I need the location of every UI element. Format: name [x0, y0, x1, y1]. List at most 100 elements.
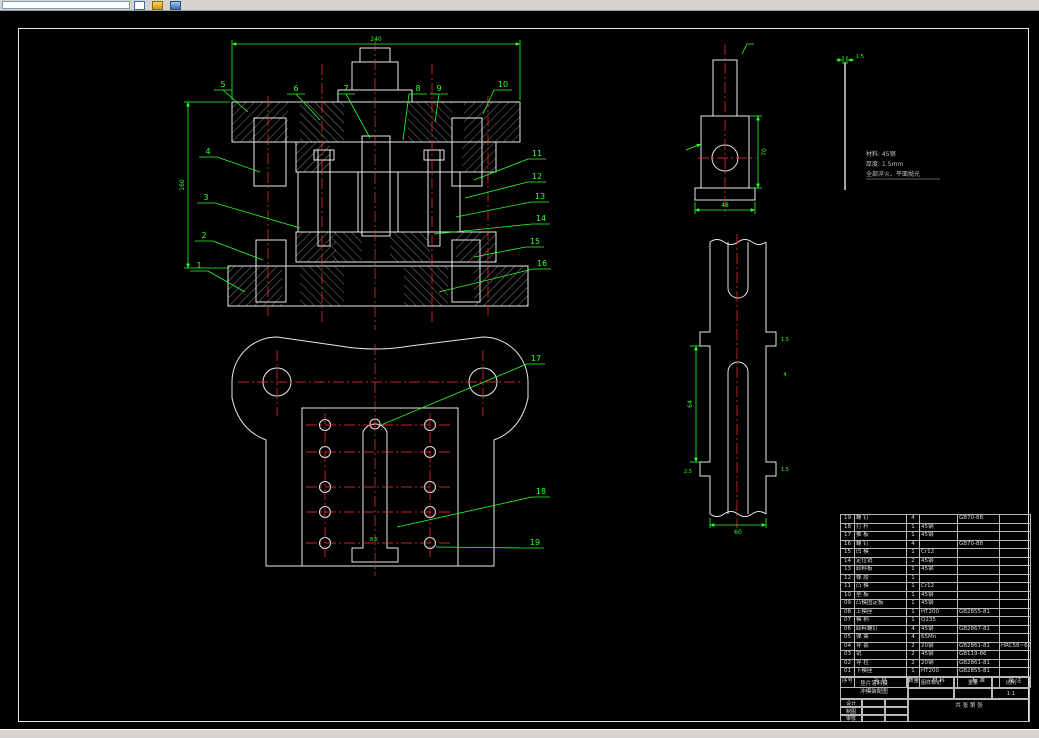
bom-no: 19 — [840, 514, 855, 524]
open-icon[interactable] — [134, 1, 145, 10]
bom-name: 垫 板 — [854, 590, 907, 600]
bom-no: 05 — [840, 633, 855, 643]
bom-name: 模 柄 — [854, 616, 907, 626]
bom-standard — [957, 616, 1000, 626]
callout-label: 12 — [532, 172, 542, 181]
dim-label: 60 — [734, 529, 742, 536]
bom-material: Cr12 — [919, 582, 958, 592]
bom-material: 45钢 — [919, 522, 958, 532]
bom-no: 18 — [840, 522, 855, 532]
bom-standard: GB2861-81 — [957, 641, 1000, 651]
sign-label-draw: 制图 — [840, 707, 862, 715]
bom-note — [999, 607, 1031, 617]
weight-label: 重量 — [954, 677, 992, 688]
bom-note — [999, 616, 1031, 626]
callout-label: 15 — [530, 237, 540, 246]
dim-label: 48 — [721, 202, 729, 209]
bom-no: 01 — [840, 667, 855, 677]
bom-standard: GB2855-81 — [957, 607, 1000, 617]
bom-no: 02 — [840, 658, 855, 668]
bom-material: 45钢 — [919, 599, 958, 609]
bom-standard — [957, 565, 1000, 575]
weight-value — [954, 688, 992, 699]
scale-value: 1:1 — [992, 688, 1030, 699]
bom-standard: GB2861-81 — [957, 658, 1000, 668]
bom-no: 09 — [840, 599, 855, 609]
sign-name-cell — [862, 715, 885, 722]
bom-material: 45钢 — [919, 650, 958, 660]
bom-no: 13 — [840, 565, 855, 575]
callout-label: 16 — [537, 259, 547, 268]
bom-note — [999, 539, 1031, 549]
title-block: 垫片落料模 冲模装配图 图样标记 重量 比例 1:1 设计 制图 审核 共 张 … — [840, 677, 1030, 722]
file-path-box[interactable] — [2, 1, 130, 9]
callout-label: 13 — [535, 192, 545, 201]
bom-name: 销 — [854, 650, 907, 660]
bom-material: 45钢 — [919, 556, 958, 566]
bom-qty: 2 — [906, 650, 920, 660]
app-toolbar — [0, 0, 1039, 11]
sign-date-cell — [885, 715, 908, 722]
bom-name: 凸 模 — [854, 582, 907, 592]
bom-material: 45钢 — [919, 531, 958, 541]
bom-qty: 1 — [906, 573, 920, 583]
bom-no: 03 — [840, 650, 855, 660]
bom-qty: 2 — [906, 658, 920, 668]
bom-qty: 1 — [906, 599, 920, 609]
bom-qty: 1 — [906, 582, 920, 592]
callout-label: 5 — [220, 80, 225, 89]
bom-name: 螺 钉 — [854, 514, 907, 524]
table-row: 15 凹 模 1 Cr12 — [840, 548, 1031, 558]
dim-label: 64 — [687, 400, 694, 408]
bom-qty: 1 — [906, 607, 920, 617]
table-row: 10 垫 板 1 45钢 — [840, 590, 1031, 600]
bom-note — [999, 531, 1031, 541]
table-row: 05 弹 簧 4 65Mn — [840, 633, 1031, 643]
mark-label: 图样标记 — [908, 677, 954, 688]
bom-standard — [957, 556, 1000, 566]
note-line-1: 材料: 45钢 — [866, 150, 896, 158]
bom-note — [999, 590, 1031, 600]
bom-qty: 2 — [906, 641, 920, 651]
bom-material — [919, 573, 958, 583]
table-row: 01 下模座 1 HT200 GB2855-81 — [840, 667, 1031, 677]
callout-label: 6 — [293, 84, 298, 93]
bom-qty: 1 — [906, 531, 920, 541]
callout-label: 10 — [498, 80, 508, 89]
bom-qty: 1 — [906, 522, 920, 532]
bom-qty: 1 — [906, 616, 920, 626]
sign-date-cell — [885, 707, 908, 715]
print-icon[interactable] — [170, 1, 181, 10]
bom-no: 07 — [840, 616, 855, 626]
drawing-title-line1: 垫片落料模 — [860, 681, 888, 687]
bom-no: 08 — [840, 607, 855, 617]
sheet-count-cell: 共 张 第 张 — [908, 699, 1030, 722]
table-row: 16 螺 钉 4 GB70-88 — [840, 539, 1031, 549]
callout-label: 18 — [536, 487, 546, 496]
mark-value — [908, 688, 954, 699]
sign-name-cell — [862, 699, 885, 707]
table-row: 13 卸料板 1 45钢 — [840, 565, 1031, 575]
table-row: 09 凸模固定板 1 45钢 — [840, 599, 1031, 609]
bom-material: Q235 — [919, 616, 958, 626]
table-row: 12 橡 胶1 — [840, 573, 1031, 583]
bom-name: 上模座 — [854, 607, 907, 617]
dim-label: 1.5 — [781, 467, 789, 473]
view-3d-icon[interactable] — [152, 1, 163, 10]
bom-no: 12 — [840, 573, 855, 583]
bom-standard: GB70-88 — [957, 539, 1000, 549]
dim-label: 2.5 — [684, 469, 692, 475]
table-row: 06 卸料螺钉 4 45钢 GB2867-81 — [840, 624, 1031, 634]
bom-standard — [957, 548, 1000, 558]
bom-name: 定位销 — [854, 556, 907, 566]
bom-standard — [957, 633, 1000, 643]
dim-label: 1.5 — [781, 337, 789, 343]
bom-material: 45钢 — [919, 565, 958, 575]
sign-label-design: 设计 — [840, 699, 862, 707]
bom-no: 11 — [840, 582, 855, 592]
table-row: 14 定位销 2 45钢 — [840, 556, 1031, 566]
bom-name: 凸模固定板 — [854, 599, 907, 609]
callout-label: 4 — [205, 147, 210, 156]
callout-label: 9 — [436, 84, 441, 93]
bom-name: 推 板 — [854, 531, 907, 541]
